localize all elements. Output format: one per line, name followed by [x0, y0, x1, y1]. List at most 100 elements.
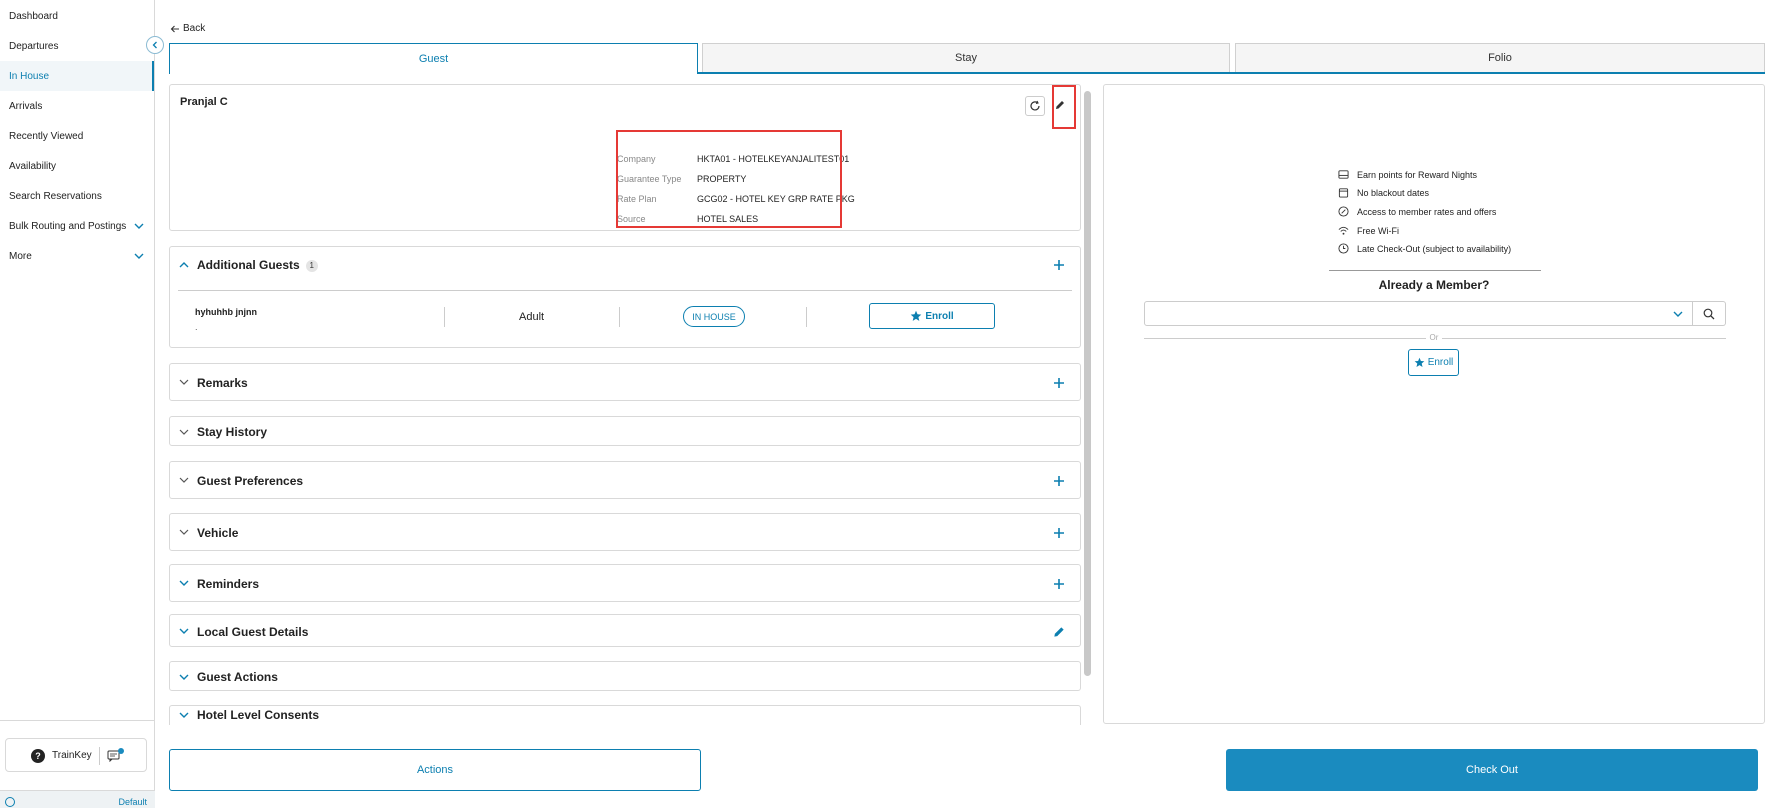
- sidebar-item-more[interactable]: More: [0, 241, 154, 271]
- sidebar-item-in-house[interactable]: In House: [0, 61, 154, 91]
- already-member-title: Already a Member?: [1378, 278, 1490, 292]
- benefit-item: Free Wi-Fi: [1338, 225, 1399, 236]
- or-label: Or: [1104, 333, 1764, 342]
- plus-icon[interactable]: [1052, 577, 1066, 591]
- check-out-label: Check Out: [1466, 764, 1518, 776]
- tab-stay[interactable]: Stay: [702, 43, 1230, 72]
- status-badge: IN HOUSE: [683, 306, 745, 327]
- edit-guest-button[interactable]: [1050, 95, 1070, 115]
- sidebar-item-bulk-routing[interactable]: Bulk Routing and Postings: [0, 211, 154, 241]
- back-link[interactable]: Back: [170, 23, 205, 34]
- section-title: Local Guest Details: [197, 624, 309, 639]
- tab-folio[interactable]: Folio: [1235, 43, 1765, 72]
- sidebar-item-departures[interactable]: Departures: [0, 31, 154, 61]
- sidebar-item-availability[interactable]: Availability: [0, 151, 154, 181]
- stay-history-section: Stay History: [169, 416, 1081, 446]
- section-title: Vehicle: [197, 526, 239, 540]
- chat-icon[interactable]: [107, 748, 125, 765]
- sidebar-item-dashboard[interactable]: Dashboard: [0, 1, 154, 31]
- reminders-header[interactable]: Reminders: [170, 565, 1080, 603]
- chevron-down-icon: [179, 628, 189, 634]
- section-title: Additional Guests 1: [197, 258, 318, 272]
- detail-row-guarantee: Guarantee Type PROPERTY: [617, 169, 855, 189]
- check-out-button[interactable]: Check Out: [1226, 749, 1758, 791]
- star-icon: [1414, 357, 1425, 367]
- benefit-item: Access to member rates and offers: [1338, 206, 1496, 217]
- loyalty-panel: Earn points for Reward Nights No blackou…: [1103, 84, 1765, 724]
- sidebar-bottom-bar: Default: [0, 790, 155, 808]
- additional-guest-name: hyhuhhb jnjnn: [195, 307, 257, 317]
- benefit-text: No blackout dates: [1357, 187, 1430, 198]
- pencil-icon[interactable]: [1052, 625, 1066, 639]
- enroll-member-button[interactable]: Enroll: [1408, 349, 1459, 376]
- refresh-button[interactable]: [1025, 96, 1045, 116]
- sidebar-item-label: Search Reservations: [9, 190, 102, 202]
- detail-value: GCG02 - HOTEL KEY GRP RATE PKG: [697, 194, 855, 204]
- sidebar-item-label: Recently Viewed: [9, 130, 84, 142]
- actions-button[interactable]: Actions: [169, 749, 701, 791]
- plus-icon[interactable]: [1052, 376, 1066, 390]
- chevron-down-icon: [179, 580, 189, 586]
- tab-label: Guest: [418, 53, 449, 65]
- chevron-down-icon: [1673, 311, 1683, 317]
- scrollbar-thumb[interactable]: [1084, 91, 1091, 676]
- help-icon: ?: [31, 749, 45, 763]
- sidebar-item-arrivals[interactable]: Arrivals: [0, 91, 154, 121]
- sidebar-item-label: More: [9, 250, 32, 262]
- sidebar-item-label: Availability: [9, 160, 57, 172]
- guest-type: Adult: [519, 311, 545, 323]
- chevron-down-icon: [179, 674, 189, 680]
- section-title: Guest Preferences: [197, 474, 304, 488]
- member-lookup-select[interactable]: [1144, 301, 1693, 326]
- bed-icon: [1338, 170, 1349, 179]
- tab-guest[interactable]: Guest: [169, 43, 698, 74]
- local-guest-details-section: Local Guest Details: [169, 614, 1081, 647]
- panel-divider: [1329, 270, 1541, 271]
- sidebar-item-recently-viewed[interactable]: Recently Viewed: [0, 121, 154, 151]
- detail-key: Rate Plan: [617, 194, 657, 204]
- vehicle-header[interactable]: Vehicle: [170, 514, 1080, 552]
- tab-bar: Guest Stay Folio: [169, 43, 1765, 74]
- chevron-down-icon: [179, 529, 189, 535]
- sidebar: Dashboard Departures In House Arrivals R…: [0, 0, 155, 808]
- tab-label: Stay: [954, 52, 977, 64]
- plus-icon[interactable]: [1052, 474, 1066, 488]
- enroll-label: Enroll: [1427, 357, 1454, 368]
- remarks-section: Remarks: [169, 363, 1081, 401]
- additional-guests-section: Additional Guests 1 hyhuhhb jnjnn . Adult…: [169, 246, 1081, 348]
- plus-icon[interactable]: [1052, 526, 1066, 540]
- benefit-text: Free Wi-Fi: [1357, 225, 1399, 236]
- guest-preferences-header[interactable]: Guest Preferences: [170, 462, 1080, 500]
- discount-icon: [1338, 206, 1349, 217]
- enroll-label: Enroll: [925, 310, 954, 322]
- additional-guests-header[interactable]: Additional Guests 1: [170, 247, 1080, 283]
- trainkey-widget[interactable]: ? TrainKey: [5, 738, 147, 772]
- actions-label: Actions: [416, 764, 454, 776]
- guest-actions-header[interactable]: Guest Actions: [170, 662, 1080, 692]
- benefit-item: Late Check-Out (subject to availability): [1338, 243, 1511, 254]
- star-icon: [911, 310, 922, 321]
- plus-icon[interactable]: [1052, 258, 1066, 272]
- scrollbar[interactable]: [1083, 84, 1092, 724]
- collapse-sidebar-button[interactable]: [146, 36, 164, 54]
- guest-summary-card: Pranjal C Company HKTA01 - HOTELKEYANJALI…: [169, 84, 1081, 231]
- member-search-button[interactable]: [1693, 301, 1726, 326]
- search-icon: [1703, 308, 1715, 319]
- stay-history-header[interactable]: Stay History: [170, 417, 1080, 447]
- sidebar-item-search-reservations[interactable]: Search Reservations: [0, 181, 154, 211]
- detail-key: Company: [617, 154, 656, 164]
- hotel-level-consents-header[interactable]: Hotel Level Consents: [170, 706, 1080, 725]
- detail-row-source: Source HOTEL SALES: [617, 209, 855, 229]
- pencil-icon: [1056, 101, 1064, 109]
- benefit-item: No blackout dates: [1338, 187, 1429, 198]
- detail-value: PROPERTY: [697, 174, 747, 184]
- local-guest-details-header[interactable]: Local Guest Details: [170, 615, 1080, 648]
- guest-details-grid: Company HKTA01 - HOTELKEYANJALITEST01 Gua…: [617, 149, 855, 229]
- column-separator: [619, 307, 620, 327]
- guest-name: Pranjal C: [180, 96, 228, 108]
- environment-label[interactable]: Default: [118, 797, 147, 807]
- remarks-header[interactable]: Remarks: [170, 364, 1080, 402]
- count-badge: 1: [305, 259, 318, 272]
- enroll-guest-button[interactable]: Enroll: [869, 303, 995, 329]
- section-title: Stay History: [197, 425, 268, 439]
